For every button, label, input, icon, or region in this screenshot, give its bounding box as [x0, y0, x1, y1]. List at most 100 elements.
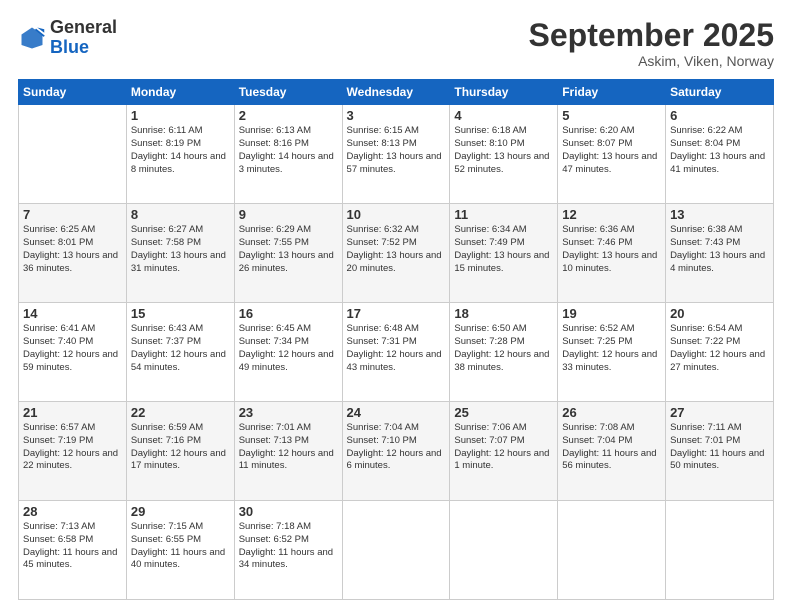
logo-icon: [18, 24, 46, 52]
calendar-cell: 11 Sunrise: 6:34 AMSunset: 7:49 PMDayligh…: [450, 204, 558, 303]
cell-details: Sunrise: 6:22 AMSunset: 8:04 PMDaylight:…: [670, 125, 769, 176]
calendar-cell: 24 Sunrise: 7:04 AMSunset: 7:10 PMDayligh…: [342, 402, 450, 501]
cell-details: Sunrise: 6:32 AMSunset: 7:52 PMDaylight:…: [347, 224, 446, 275]
location: Askim, Viken, Norway: [529, 53, 774, 69]
cell-details: Sunrise: 6:52 AMSunset: 7:25 PMDaylight:…: [562, 323, 661, 374]
calendar-cell: 16 Sunrise: 6:45 AMSunset: 7:34 PMDayligh…: [234, 303, 342, 402]
calendar-cell: 28Sunrise: 7:13 AMSunset: 6:58 PMDayligh…: [19, 501, 127, 600]
weekday-header-saturday: Saturday: [666, 80, 774, 105]
cell-details: Sunrise: 6:13 AMSunset: 8:16 PMDaylight:…: [239, 125, 338, 176]
day-number: 23: [239, 405, 338, 420]
logo-text: General Blue: [50, 18, 117, 58]
calendar-cell: 5Sunrise: 6:20 AMSunset: 8:07 PMDaylight…: [558, 105, 666, 204]
weekday-header-friday: Friday: [558, 80, 666, 105]
day-number: 26: [562, 405, 661, 420]
day-number: 29: [131, 504, 230, 519]
cell-details: Sunrise: 6:18 AMSunset: 8:10 PMDaylight:…: [454, 125, 553, 176]
cell-details: Sunrise: 7:06 AMSunset: 7:07 PMDaylight:…: [454, 422, 553, 473]
calendar-cell: 7Sunrise: 6:25 AMSunset: 8:01 PMDaylight…: [19, 204, 127, 303]
calendar-cell: 20Sunrise: 6:54 AMSunset: 7:22 PMDayligh…: [666, 303, 774, 402]
cell-details: Sunrise: 6:34 AMSunset: 7:49 PMDaylight:…: [454, 224, 553, 275]
day-number: 12: [562, 207, 661, 222]
day-number: 11: [454, 207, 553, 222]
weekday-header-tuesday: Tuesday: [234, 80, 342, 105]
cell-details: Sunrise: 7:13 AMSunset: 6:58 PMDaylight:…: [23, 521, 122, 572]
cell-details: Sunrise: 6:43 AMSunset: 7:37 PMDaylight:…: [131, 323, 230, 374]
day-number: 13: [670, 207, 769, 222]
calendar-cell: [342, 501, 450, 600]
calendar-cell: 27Sunrise: 7:11 AMSunset: 7:01 PMDayligh…: [666, 402, 774, 501]
day-number: 21: [23, 405, 122, 420]
calendar-cell: 9 Sunrise: 6:29 AMSunset: 7:55 PMDaylight…: [234, 204, 342, 303]
day-number: 17: [347, 306, 446, 321]
cell-details: Sunrise: 7:01 AMSunset: 7:13 PMDaylight:…: [239, 422, 338, 473]
logo-blue: Blue: [50, 37, 89, 57]
weekday-header-wednesday: Wednesday: [342, 80, 450, 105]
day-number: 10: [347, 207, 446, 222]
calendar-week-3: 14Sunrise: 6:41 AMSunset: 7:40 PMDayligh…: [19, 303, 774, 402]
calendar-cell: [19, 105, 127, 204]
cell-details: Sunrise: 6:27 AMSunset: 7:58 PMDaylight:…: [131, 224, 230, 275]
page: General Blue September 2025 Askim, Viken…: [0, 0, 792, 612]
day-number: 15: [131, 306, 230, 321]
calendar-cell: 10 Sunrise: 6:32 AMSunset: 7:52 PMDayligh…: [342, 204, 450, 303]
day-number: 19: [562, 306, 661, 321]
day-number: 9: [239, 207, 338, 222]
calendar-cell: 18Sunrise: 6:50 AMSunset: 7:28 PMDayligh…: [450, 303, 558, 402]
day-number: 1: [131, 108, 230, 123]
day-number: 16: [239, 306, 338, 321]
calendar-cell: 29 Sunrise: 7:15 AMSunset: 6:55 PMDayligh…: [126, 501, 234, 600]
calendar-cell: 22Sunrise: 6:59 AMSunset: 7:16 PMDayligh…: [126, 402, 234, 501]
day-number: 14: [23, 306, 122, 321]
cell-details: Sunrise: 6:48 AMSunset: 7:31 PMDaylight:…: [347, 323, 446, 374]
cell-details: Sunrise: 6:57 AMSunset: 7:19 PMDaylight:…: [23, 422, 122, 473]
calendar-cell: 13Sunrise: 6:38 AMSunset: 7:43 PMDayligh…: [666, 204, 774, 303]
calendar-cell: 23 Sunrise: 7:01 AMSunset: 7:13 PMDayligh…: [234, 402, 342, 501]
calendar-cell: 30Sunrise: 7:18 AMSunset: 6:52 PMDayligh…: [234, 501, 342, 600]
calendar-cell: 2Sunrise: 6:13 AMSunset: 8:16 PMDaylight…: [234, 105, 342, 204]
cell-details: Sunrise: 6:45 AMSunset: 7:34 PMDaylight:…: [239, 323, 338, 374]
logo-general: General: [50, 17, 117, 37]
weekday-header-thursday: Thursday: [450, 80, 558, 105]
logo: General Blue: [18, 18, 117, 58]
calendar-week-2: 7Sunrise: 6:25 AMSunset: 8:01 PMDaylight…: [19, 204, 774, 303]
day-number: 24: [347, 405, 446, 420]
header: General Blue September 2025 Askim, Viken…: [18, 18, 774, 69]
month-title: September 2025: [529, 18, 774, 53]
day-number: 30: [239, 504, 338, 519]
calendar-cell: 15 Sunrise: 6:43 AMSunset: 7:37 PMDayligh…: [126, 303, 234, 402]
cell-details: Sunrise: 6:50 AMSunset: 7:28 PMDaylight:…: [454, 323, 553, 374]
cell-details: Sunrise: 7:04 AMSunset: 7:10 PMDaylight:…: [347, 422, 446, 473]
cell-details: Sunrise: 6:54 AMSunset: 7:22 PMDaylight:…: [670, 323, 769, 374]
calendar-cell: 1 Sunrise: 6:11 AMSunset: 8:19 PMDaylight…: [126, 105, 234, 204]
weekday-header-row: SundayMondayTuesdayWednesdayThursdayFrid…: [19, 80, 774, 105]
calendar-cell: 8Sunrise: 6:27 AMSunset: 7:58 PMDaylight…: [126, 204, 234, 303]
cell-details: Sunrise: 6:15 AMSunset: 8:13 PMDaylight:…: [347, 125, 446, 176]
cell-details: Sunrise: 7:15 AMSunset: 6:55 PMDaylight:…: [131, 521, 230, 572]
calendar-cell: 4 Sunrise: 6:18 AMSunset: 8:10 PMDaylight…: [450, 105, 558, 204]
weekday-header-monday: Monday: [126, 80, 234, 105]
calendar-cell: 6 Sunrise: 6:22 AMSunset: 8:04 PMDaylight…: [666, 105, 774, 204]
calendar-cell: 3 Sunrise: 6:15 AMSunset: 8:13 PMDaylight…: [342, 105, 450, 204]
cell-details: Sunrise: 6:11 AMSunset: 8:19 PMDaylight:…: [131, 125, 230, 176]
calendar-cell: 25 Sunrise: 7:06 AMSunset: 7:07 PMDayligh…: [450, 402, 558, 501]
day-number: 6: [670, 108, 769, 123]
day-number: 27: [670, 405, 769, 420]
calendar-cell: 14Sunrise: 6:41 AMSunset: 7:40 PMDayligh…: [19, 303, 127, 402]
cell-details: Sunrise: 7:08 AMSunset: 7:04 PMDaylight:…: [562, 422, 661, 473]
day-number: 3: [347, 108, 446, 123]
calendar-table: SundayMondayTuesdayWednesdayThursdayFrid…: [18, 79, 774, 600]
calendar-cell: 17 Sunrise: 6:48 AMSunset: 7:31 PMDayligh…: [342, 303, 450, 402]
cell-details: Sunrise: 6:36 AMSunset: 7:46 PMDaylight:…: [562, 224, 661, 275]
day-number: 22: [131, 405, 230, 420]
day-number: 4: [454, 108, 553, 123]
day-number: 25: [454, 405, 553, 420]
calendar-cell: [558, 501, 666, 600]
cell-details: Sunrise: 6:25 AMSunset: 8:01 PMDaylight:…: [23, 224, 122, 275]
calendar-cell: [450, 501, 558, 600]
calendar-cell: 19 Sunrise: 6:52 AMSunset: 7:25 PMDayligh…: [558, 303, 666, 402]
calendar-week-5: 28Sunrise: 7:13 AMSunset: 6:58 PMDayligh…: [19, 501, 774, 600]
cell-details: Sunrise: 6:29 AMSunset: 7:55 PMDaylight:…: [239, 224, 338, 275]
calendar-cell: 26 Sunrise: 7:08 AMSunset: 7:04 PMDayligh…: [558, 402, 666, 501]
calendar-cell: [666, 501, 774, 600]
